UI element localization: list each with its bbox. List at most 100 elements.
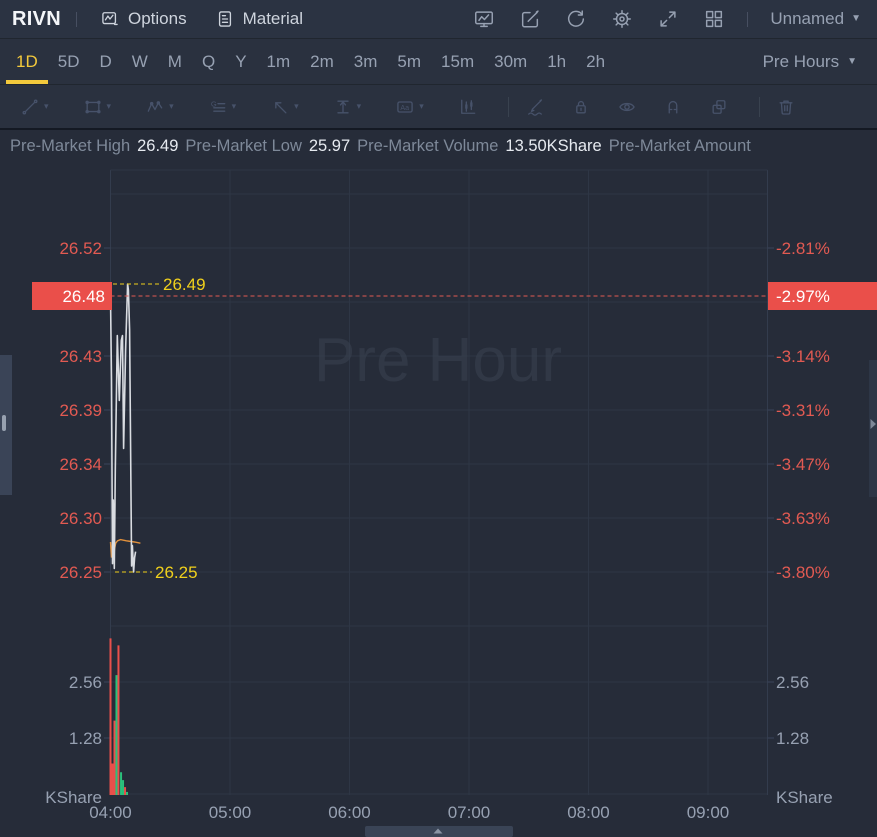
svg-text:26.25: 26.25	[59, 563, 102, 582]
divider	[758, 96, 760, 117]
tool-group: ▾	[270, 97, 299, 117]
volume-bar	[111, 763, 114, 795]
svg-text:-3.80%: -3.80%	[776, 563, 830, 582]
eye-icon[interactable]	[617, 97, 637, 117]
trading-app: RIVN Options Material Unnamed ▼ 1D 5D D W M Q Y…	[0, 0, 877, 837]
stat-value: 13.50KShare	[505, 137, 602, 155]
layout-icon[interactable]	[703, 8, 725, 30]
session-selector[interactable]: Pre Hours ▼	[763, 52, 857, 72]
magnet-icon[interactable]	[663, 97, 683, 117]
grid	[104, 169, 774, 795]
workspace-dropdown[interactable]: Unnamed ▼	[770, 9, 861, 29]
tool-group: ▾	[145, 97, 174, 117]
current-price-tag: 26.48	[32, 282, 112, 310]
trendline-icon[interactable]	[20, 97, 40, 117]
header-tab-label: Material	[242, 9, 304, 28]
divider	[747, 11, 749, 27]
refresh-icon[interactable]	[565, 8, 587, 30]
stat-value: 25.97	[308, 137, 351, 155]
chevron-down-icon[interactable]: ▾	[169, 102, 174, 111]
svg-text:26.52: 26.52	[59, 239, 102, 258]
edit-icon[interactable]	[519, 8, 541, 30]
timeframe-1h[interactable]: 1h	[537, 39, 576, 84]
timeframe-y[interactable]: Y	[225, 39, 256, 84]
svg-text:08:00: 08:00	[567, 803, 610, 822]
current-percent-tag: -2.97%	[768, 282, 877, 310]
svg-text:07:00: 07:00	[448, 803, 491, 822]
svg-text:-3.31%: -3.31%	[776, 401, 830, 420]
chevron-down-icon[interactable]: ▾	[294, 102, 299, 111]
session-label: Pre Hours	[762, 51, 840, 71]
left-panel-handle[interactable]	[0, 355, 12, 495]
timeframe-bar: 1D 5D D W M Q Y 1m 2m 3m 5m 15m 30m 1h 2h Pre Hours ▼	[0, 39, 877, 85]
header-tab-material[interactable]: Material	[215, 9, 303, 29]
timeframe-1m[interactable]: 1m	[257, 39, 301, 84]
volume-bar	[126, 791, 129, 795]
wave-icon[interactable]	[145, 97, 165, 117]
timeframe-15m[interactable]: 15m	[431, 39, 484, 84]
svg-text:04:00: 04:00	[89, 803, 132, 822]
chart-area[interactable]: Pre Hour 26.49 26.25 26.52 26.43 26.39 26.34 26…	[0, 163, 877, 837]
chevron-down-icon[interactable]: ▾	[44, 102, 49, 111]
settings-icon[interactable]	[611, 8, 633, 30]
chevron-down-icon[interactable]: ▾	[232, 102, 237, 111]
brush-icon[interactable]	[525, 97, 545, 117]
svg-text:26.30: 26.30	[59, 509, 102, 528]
trash-icon[interactable]	[776, 97, 796, 117]
volume-bar	[122, 780, 125, 795]
candlestick-icon[interactable]	[458, 97, 478, 117]
price-line	[109, 283, 137, 573]
right-panel-handle[interactable]	[869, 360, 877, 497]
volume-bar	[120, 772, 123, 795]
time-axis-labels: 04:00 05:00 06:00 07:00 08:00 09:00	[89, 803, 729, 822]
timeframe-d[interactable]: D	[89, 39, 121, 84]
gann-icon[interactable]: G	[208, 97, 228, 117]
divider	[507, 96, 509, 117]
volume-axis-labels: 2.56 2.56 1.28 1.28	[69, 673, 809, 748]
timeframe-q[interactable]: Q	[192, 39, 225, 84]
stat-value: 26.49	[137, 137, 179, 155]
volume-bars	[109, 638, 129, 795]
screener-icon[interactable]	[473, 8, 495, 30]
svg-text:26.49: 26.49	[163, 275, 206, 294]
top-bar-right: Unnamed ▼	[473, 8, 861, 30]
rectangle-icon[interactable]	[83, 97, 103, 117]
chevron-down-icon[interactable]: ▾	[357, 102, 362, 111]
fullscreen-icon[interactable]	[657, 8, 679, 30]
svg-text:-3.63%: -3.63%	[776, 509, 830, 528]
top-bar: RIVN Options Material Unnamed ▼	[0, 0, 877, 39]
timeframe-w[interactable]: W	[122, 39, 158, 84]
timeframe-2h[interactable]: 2h	[576, 39, 615, 84]
timeframe-3m[interactable]: 3m	[344, 39, 388, 84]
measure-icon[interactable]	[333, 97, 353, 117]
svg-text:26.43: 26.43	[59, 347, 102, 366]
h-scrollbar[interactable]	[365, 826, 513, 837]
svg-text:26.34: 26.34	[59, 455, 102, 474]
header-actions	[473, 8, 725, 30]
stat-label: Pre-Market Volume	[357, 137, 499, 155]
chevron-down-icon[interactable]: ▾	[419, 102, 424, 111]
lock-icon[interactable]	[571, 97, 591, 117]
svg-text:1.28: 1.28	[69, 729, 102, 748]
svg-text:05:00: 05:00	[209, 803, 252, 822]
text-icon[interactable]: Aa	[395, 97, 415, 117]
tool-group: G ▾	[208, 97, 237, 117]
timeframe-1d[interactable]: 1D	[6, 39, 48, 84]
timeframe-5d[interactable]: 5D	[48, 39, 90, 84]
timeframe-5m[interactable]: 5m	[387, 39, 431, 84]
timeframe-m[interactable]: M	[158, 39, 192, 84]
arrow-icon[interactable]	[270, 97, 290, 117]
volume-bar	[109, 638, 112, 795]
chevron-down-icon[interactable]: ▾	[107, 102, 112, 111]
tool-group: Aa ▾	[395, 97, 424, 117]
timeframe-2m[interactable]: 2m	[300, 39, 344, 84]
tool-group: ▾	[20, 97, 49, 117]
symbol-title: RIVN	[12, 7, 61, 30]
stat-label: Pre-Market Amount	[608, 137, 751, 155]
divider	[75, 11, 77, 27]
tool-group: ▾	[83, 97, 112, 117]
tool-group: ▾	[333, 97, 362, 117]
duplicate-icon[interactable]	[709, 97, 729, 117]
timeframe-30m[interactable]: 30m	[484, 39, 537, 84]
header-tab-options[interactable]: Options	[100, 9, 187, 29]
